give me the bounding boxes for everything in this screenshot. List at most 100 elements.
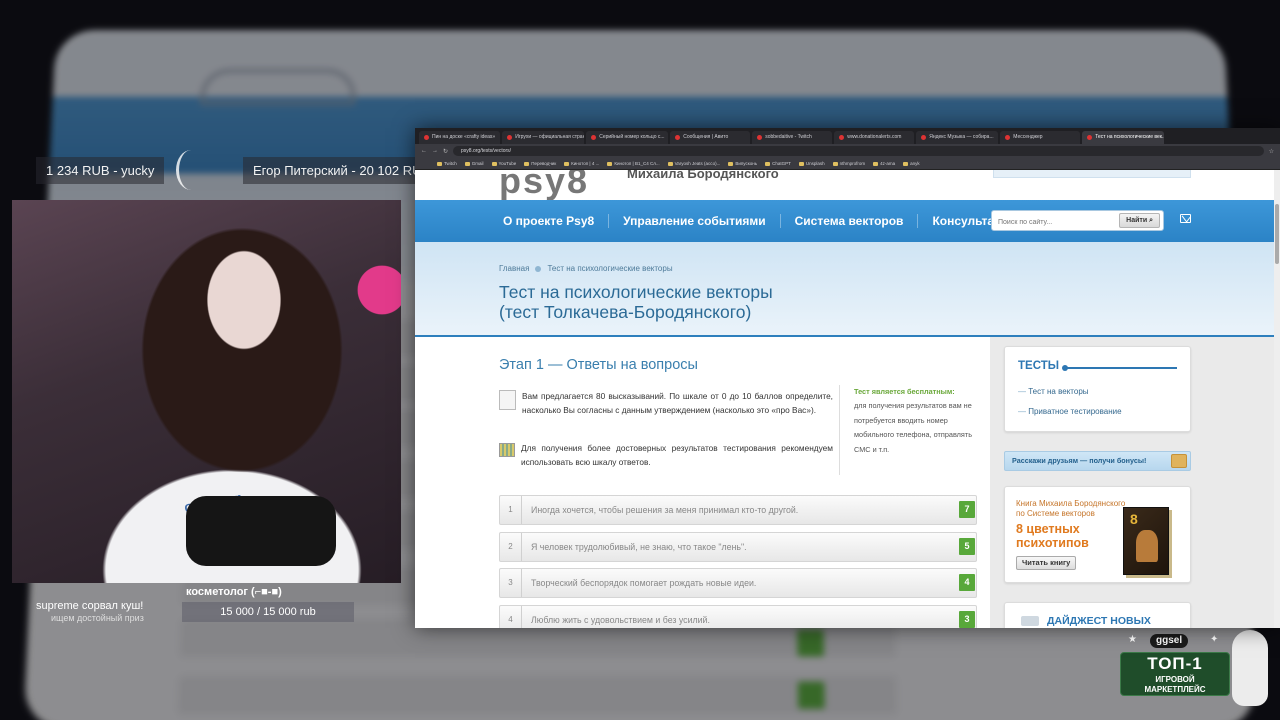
- bookmark-label: nthmprofrom: [839, 161, 866, 166]
- ad-title: ТОП-1: [1147, 654, 1203, 673]
- bookmark-item[interactable]: Varyosh Jeats (ассо)...: [667, 161, 720, 166]
- forward-icon[interactable]: →: [432, 148, 438, 154]
- browser-window: Пин на доске «crafty ideas» Игрухи — офиц…: [415, 128, 1280, 628]
- question-row[interactable]: 2 Я человек трудолюбивый, не знаю, что т…: [499, 532, 977, 562]
- book-cover-image[interactable]: [1123, 507, 1169, 575]
- question-score[interactable]: 5: [959, 538, 975, 555]
- star-icon[interactable]: ☆: [1269, 148, 1274, 155]
- address-bar-row: ← → ↻ psy8.org/tests/vectors/ ☆: [415, 144, 1280, 158]
- sponsor-ad: ★ ggsel ✦ ТОП-1 ИГРОВОЙ МАРКЕТПЛЕЙС: [1104, 630, 1272, 716]
- folder-icon: [873, 161, 879, 166]
- tab-9[interactable]: Тест на психологические век...: [1082, 131, 1165, 144]
- question-text: Люблю жить с удовольствием и без усилий.: [531, 615, 710, 625]
- tab-6[interactable]: www.donationalerts.com: [834, 131, 915, 144]
- main-content: Этап 1 — Ответы на вопросы Вам предлагае…: [415, 337, 1280, 628]
- question-score[interactable]: 3: [959, 611, 975, 628]
- tab-label: Мессенджер: [1013, 134, 1043, 140]
- folder-icon: [765, 161, 771, 166]
- blurred-logo: [199, 68, 357, 107]
- breadcrumb-home[interactable]: Главная: [499, 264, 529, 273]
- folder-icon: [491, 161, 497, 166]
- scrollbar-thumb[interactable]: [1275, 204, 1279, 264]
- main-nav: О проекте Psy8 Управление событиями Сист…: [415, 200, 1280, 242]
- site-logo[interactable]: psy8: [499, 170, 589, 202]
- free-notice-text: для получения результатов вам не потребу…: [854, 401, 973, 454]
- question-number: 3: [500, 569, 522, 597]
- bookmark-item[interactable]: Переводчик: [524, 161, 556, 166]
- folder-icon: [798, 161, 804, 166]
- bookmark-item[interactable]: anyk: [903, 161, 920, 166]
- site-header: psy8 Михаила Бородянского: [415, 170, 1280, 202]
- favicon-icon: [507, 135, 513, 140]
- share-bonus-button[interactable]: Расскажи друзьям — получи бонусы!: [1004, 451, 1191, 471]
- folder-icon: [832, 161, 838, 166]
- tab-label: Серийный номер кольцо с...: [599, 134, 665, 140]
- page-title-line2: (тест Толкачева-Бородянского): [499, 302, 752, 322]
- bookmark-label: Випусконь: [735, 161, 758, 166]
- book-title-line2: психотипов: [1016, 536, 1089, 550]
- tests-link-private[interactable]: Приватное тестирование: [1018, 407, 1121, 416]
- bookmark-item[interactable]: nthmprofrom: [832, 161, 866, 166]
- tab-1[interactable]: Пин на доске «crafty ideas»: [419, 131, 501, 144]
- tab-3[interactable]: Серийный номер кольцо с...: [586, 131, 669, 144]
- bookmark-item[interactable]: Twitch: [437, 161, 457, 166]
- search-button[interactable]: Найти ⌕: [1119, 213, 1160, 228]
- bookmark-item[interactable]: YouTube: [491, 161, 516, 166]
- tab-8[interactable]: Мессенджер: [1000, 131, 1081, 144]
- tests-title: ТЕСТЫ: [1018, 360, 1059, 372]
- goal-name: косметолог (⌐■-■): [186, 586, 282, 598]
- bookmark-item[interactable]: Unsplash: [798, 161, 825, 166]
- favicon-icon: [1005, 135, 1011, 140]
- search-input[interactable]: [992, 213, 1112, 232]
- reload-icon[interactable]: ↻: [443, 148, 448, 155]
- star-icon: ✦: [1210, 634, 1219, 645]
- favicon-icon: [675, 135, 681, 140]
- question-row[interactable]: 4 Люблю жить с удовольствием и без усили…: [499, 605, 977, 628]
- tests-link-vectors[interactable]: Тест на векторы: [1018, 387, 1088, 396]
- tab-7[interactable]: Яндекс Музыка — собира...: [916, 131, 999, 144]
- document-icon: [499, 390, 516, 410]
- bookmark-item[interactable]: ChatGPT: [765, 161, 791, 166]
- page-scrollbar[interactable]: [1274, 170, 1280, 628]
- ad-sub2: МАРКЕТПЛЕЙС: [1144, 685, 1206, 694]
- bookmark-item[interactable]: 4z-ama: [873, 161, 895, 166]
- bookmark-item[interactable]: Gmail: [464, 161, 484, 166]
- goal-progress-bar: 15 000 / 15 000 rub: [182, 602, 354, 622]
- tab-2[interactable]: Игрухи — официальная страница: [502, 131, 585, 144]
- question-text: Иногда хочется, чтобы решения за меня пр…: [531, 505, 799, 515]
- mail-icon[interactable]: [1180, 214, 1191, 223]
- share-label: Расскажи друзьям — получи бонусы!: [1012, 456, 1147, 465]
- nav-item-events[interactable]: Управление событиями: [609, 214, 781, 228]
- question-row[interactable]: 1 Иногда хочется, чтобы решения за меня …: [499, 495, 977, 525]
- search-icon: ⌕: [1149, 217, 1153, 224]
- breadcrumb-current: Тест на психологические векторы: [547, 264, 673, 273]
- star-icon: ★: [1128, 634, 1137, 645]
- bookmarks-bar: Twitch Gmail YouTube Переводчик Кинотоп | 4 …: [415, 158, 1280, 170]
- bookmark-label: ChatGPT: [772, 161, 791, 166]
- bookmark-item[interactable]: Кинотоп | 4 ...: [564, 161, 599, 166]
- bookmark-item[interactable]: Кинотоп | В1_С4 Сл...: [607, 161, 660, 166]
- question-row[interactable]: 3 Творческий беспорядок помогает рождать…: [499, 568, 977, 598]
- question-score[interactable]: 7: [959, 501, 975, 518]
- bookmark-item[interactable]: Випусконь: [728, 161, 757, 166]
- question-score[interactable]: 4: [959, 574, 975, 591]
- favicon-icon: [839, 135, 845, 140]
- folder-icon: [464, 161, 470, 166]
- url-field[interactable]: psy8.org/tests/vectors/: [453, 146, 1264, 156]
- book-title-line1: 8 цветных: [1016, 522, 1080, 536]
- header-box: [993, 170, 1191, 178]
- book-title: 8 цветных психотипов: [1016, 522, 1089, 550]
- nav-item-vectors[interactable]: Система векторов: [781, 214, 919, 228]
- read-book-button[interactable]: Читать книгу: [1016, 556, 1077, 570]
- donation-ticker-right: Егор Питерский - 20 102 RUB: [243, 157, 441, 184]
- microphone: [186, 496, 336, 566]
- tab-5[interactable]: sobbedaitive - Twitch: [752, 131, 833, 144]
- book-caption-line2: по Системе векторов: [1016, 509, 1095, 518]
- bookmark-label: anyk: [910, 161, 920, 166]
- tab-label: Игрухи — официальная страница: [515, 134, 584, 140]
- instruction-paragraph: Вам предлагается 80 высказываний. По шка…: [499, 389, 833, 417]
- favicon-icon: [921, 135, 927, 140]
- nav-item-about[interactable]: О проекте Psy8: [499, 214, 610, 228]
- tab-4[interactable]: Сообщения | Авито: [670, 131, 751, 144]
- back-icon[interactable]: ←: [421, 148, 427, 154]
